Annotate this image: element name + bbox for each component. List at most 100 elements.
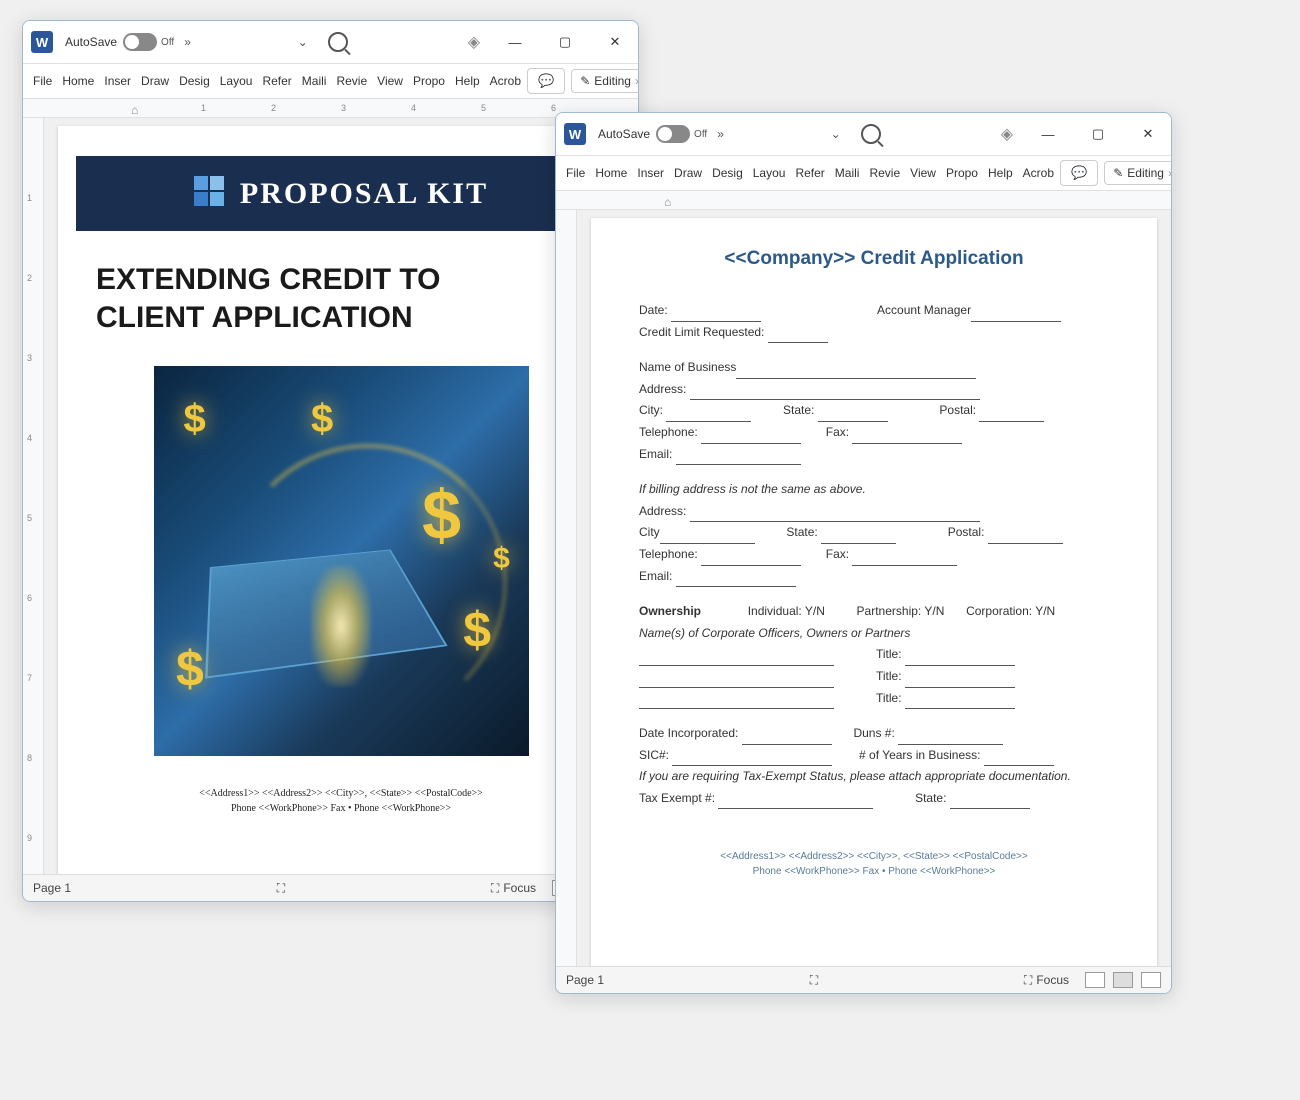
tax-exempt-field[interactable] <box>718 796 873 809</box>
tab-home[interactable]: Home <box>58 70 98 92</box>
address-field[interactable] <box>690 387 980 400</box>
accessibility-icon[interactable]: ⛶ <box>277 881 285 896</box>
document-page[interactable]: <<Company>> Credit Application Date: Acc… <box>591 218 1157 966</box>
close-button[interactable]: ✕ <box>600 27 630 57</box>
horizontal-ruler[interactable]: ⌂ <box>556 191 1171 210</box>
tab-design[interactable]: Desig <box>708 162 747 184</box>
tab-file[interactable]: File <box>562 162 589 184</box>
tab-draw[interactable]: Draw <box>670 162 706 184</box>
page-indicator[interactable]: Page 1 <box>33 881 71 895</box>
sic-field[interactable] <box>672 753 832 766</box>
focus-mode-button[interactable]: ⛶ Focus <box>491 881 536 896</box>
officer-name-3[interactable] <box>639 696 834 709</box>
editing-mode-button[interactable]: ✎ Editing › <box>1104 161 1172 185</box>
date-field[interactable] <box>671 309 761 322</box>
years-biz-field[interactable] <box>984 753 1054 766</box>
billing-state-field[interactable] <box>821 531 896 544</box>
vertical-ruler[interactable]: 1 2 3 4 5 6 7 8 9 <box>23 118 44 874</box>
horizontal-ruler[interactable]: ⌂ 1 2 3 4 5 6 <box>23 99 638 118</box>
comments-button[interactable]: 💬 <box>1060 160 1098 186</box>
tab-references[interactable]: Refer <box>258 70 295 92</box>
autosave-toggle[interactable] <box>656 125 690 143</box>
tab-acrobat[interactable]: Acrob <box>486 70 525 92</box>
focus-mode-button[interactable]: ⛶ Focus <box>1024 973 1069 988</box>
billing-city-field[interactable] <box>660 531 755 544</box>
tab-review[interactable]: Revie <box>865 162 904 184</box>
logo-icon <box>194 176 230 212</box>
billing-email-field[interactable] <box>676 574 796 587</box>
billing-fax-field[interactable] <box>852 553 957 566</box>
state-field[interactable] <box>818 409 888 422</box>
account-manager-field[interactable] <box>971 309 1061 322</box>
tab-review[interactable]: Revie <box>332 70 371 92</box>
qat-overflow-icon[interactable]: » <box>717 127 724 141</box>
close-button[interactable]: ✕ <box>1133 119 1163 149</box>
billing-address-field[interactable] <box>690 509 980 522</box>
editing-mode-button[interactable]: ✎ Editing › <box>571 69 639 93</box>
autosave-state: Off <box>694 129 707 140</box>
tab-references[interactable]: Refer <box>791 162 828 184</box>
accessibility-icon[interactable]: ⛶ <box>810 973 818 988</box>
tab-home[interactable]: Home <box>591 162 631 184</box>
tab-view[interactable]: View <box>373 70 407 92</box>
search-icon[interactable] <box>328 32 348 52</box>
date-label: Date: <box>639 303 668 317</box>
tab-file[interactable]: File <box>29 70 56 92</box>
date-inc-field[interactable] <box>742 732 832 745</box>
tab-layout[interactable]: Layou <box>216 70 257 92</box>
officer-title-1[interactable] <box>905 653 1015 666</box>
postal-field[interactable] <box>979 409 1044 422</box>
tab-help[interactable]: Help <box>984 162 1017 184</box>
maximize-button[interactable]: ▢ <box>1083 119 1113 149</box>
years-biz-label: # of Years in Business: <box>859 748 980 762</box>
billing-telephone-field[interactable] <box>701 553 801 566</box>
tab-proposal[interactable]: Propo <box>942 162 982 184</box>
tab-help[interactable]: Help <box>451 70 484 92</box>
tab-mailings[interactable]: Maili <box>298 70 331 92</box>
tab-design[interactable]: Desig <box>175 70 214 92</box>
page-indicator[interactable]: Page 1 <box>566 973 604 987</box>
print-layout-icon[interactable] <box>1113 972 1133 988</box>
business-name-label: Name of Business <box>639 360 736 374</box>
fax-field[interactable] <box>852 431 962 444</box>
minimize-button[interactable]: — <box>500 27 530 57</box>
tab-insert[interactable]: Inser <box>633 162 668 184</box>
email-field[interactable] <box>676 452 801 465</box>
billing-fax-label: Fax: <box>826 547 849 561</box>
tax-state-field[interactable] <box>950 796 1030 809</box>
search-icon[interactable] <box>861 124 881 144</box>
diamond-icon[interactable]: ◈ <box>468 32 480 52</box>
chevron-down-icon[interactable]: ⌄ <box>298 35 308 49</box>
vertical-ruler[interactable] <box>556 210 577 966</box>
read-mode-icon[interactable] <box>1085 972 1105 988</box>
tab-acrobat[interactable]: Acrob <box>1019 162 1058 184</box>
diamond-icon[interactable]: ◈ <box>1001 124 1013 144</box>
tab-insert[interactable]: Inser <box>100 70 135 92</box>
chevron-down-icon[interactable]: ⌄ <box>831 127 841 141</box>
officer-name-2[interactable] <box>639 675 834 688</box>
telephone-field[interactable] <box>701 431 801 444</box>
qat-overflow-icon[interactable]: » <box>184 35 191 49</box>
officer-title-3[interactable] <box>905 696 1015 709</box>
tab-view[interactable]: View <box>906 162 940 184</box>
maximize-button[interactable]: ▢ <box>550 27 580 57</box>
autosave-toggle[interactable] <box>123 33 157 51</box>
web-layout-icon[interactable] <box>1141 972 1161 988</box>
corporation-option: Corporation: Y/N <box>966 604 1055 618</box>
minimize-button[interactable]: — <box>1033 119 1063 149</box>
focus-icon: ⛶ <box>491 881 499 896</box>
city-field[interactable] <box>666 409 751 422</box>
officer-name-1[interactable] <box>639 653 834 666</box>
duns-field[interactable] <box>898 732 1003 745</box>
document-page[interactable]: PROPOSAL KIT EXTENDING CREDIT TO CLIENT … <box>58 126 624 874</box>
credit-limit-field[interactable] <box>768 330 828 343</box>
billing-postal-field[interactable] <box>988 531 1063 544</box>
tab-mailings[interactable]: Maili <box>831 162 864 184</box>
officer-title-2[interactable] <box>905 675 1015 688</box>
tab-proposal[interactable]: Propo <box>409 70 449 92</box>
tab-draw[interactable]: Draw <box>137 70 173 92</box>
title-label-2: Title: <box>876 669 902 683</box>
tab-layout[interactable]: Layou <box>749 162 790 184</box>
comments-button[interactable]: 💬 <box>527 68 565 94</box>
business-name-field[interactable] <box>736 366 976 379</box>
